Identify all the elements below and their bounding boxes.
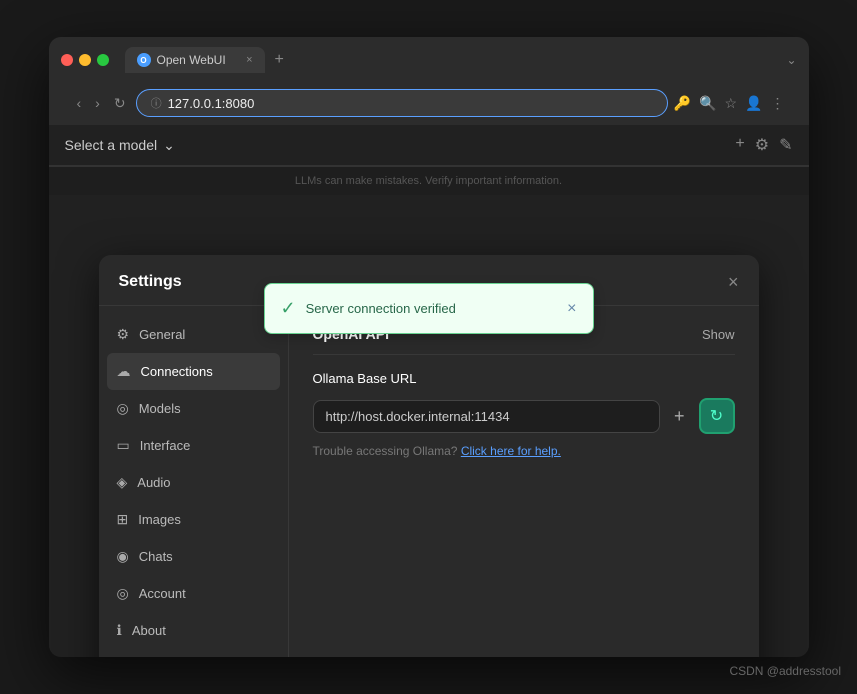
ollama-add-button[interactable]: + bbox=[668, 402, 691, 431]
settings-sidebar: ⚙ General ☁ Connections ◎ Models ▭ bbox=[99, 306, 289, 657]
header-actions: + ⚙ ✎ bbox=[735, 135, 792, 155]
browser-toolbar: ‹ › ↻ ⓘ 127.0.0.1:8080 🔑 🔍 ☆ 👤 ⋮ bbox=[61, 81, 797, 125]
sidebar-item-general[interactable]: ⚙ General bbox=[99, 316, 288, 353]
account-icon: ◎ bbox=[117, 585, 129, 602]
header-settings-icon[interactable]: ⚙ bbox=[755, 135, 769, 155]
settings-main-content: OpenAI API Show Ollama Base URL + ↻ bbox=[289, 306, 759, 657]
bookmark-icon[interactable]: ☆ bbox=[725, 95, 738, 112]
sidebar-item-chats[interactable]: ◉ Chats bbox=[99, 538, 288, 575]
sidebar-item-about[interactable]: ℹ About bbox=[99, 612, 288, 649]
chats-icon: ◉ bbox=[117, 548, 129, 565]
success-notification: ✓ Server connection verified × bbox=[264, 283, 594, 334]
ollama-refresh-button[interactable]: ↻ bbox=[699, 398, 735, 434]
address-bar[interactable]: ⓘ 127.0.0.1:8080 bbox=[136, 89, 668, 117]
ollama-url-row: + ↻ bbox=[313, 398, 735, 434]
browser-tab-active[interactable]: O Open WebUI × bbox=[125, 47, 265, 73]
watermark-text: CSDN @addresstool bbox=[729, 664, 841, 678]
refresh-icon: ↻ bbox=[710, 406, 723, 426]
sidebar-label-connections: Connections bbox=[141, 364, 213, 379]
sidebar-label-audio: Audio bbox=[137, 475, 170, 490]
browser-titlebar: O Open WebUI × + ⌄ bbox=[61, 47, 797, 73]
header-edit-icon[interactable]: ✎ bbox=[779, 135, 792, 155]
nav-back-button[interactable]: ‹ bbox=[73, 93, 86, 113]
header-add-icon[interactable]: + bbox=[735, 135, 744, 155]
tab-bar: O Open WebUI × + bbox=[125, 47, 779, 73]
about-icon: ℹ bbox=[117, 622, 122, 639]
app-content: Select a model ⌄ + ⚙ ✎ Settings × bbox=[49, 125, 809, 657]
traffic-light-yellow[interactable] bbox=[79, 54, 91, 66]
browser-chrome: O Open WebUI × + ⌄ ‹ › ↻ ⓘ 127.0.0.1:808… bbox=[49, 37, 809, 125]
profile-icon[interactable]: 👤 bbox=[745, 95, 762, 112]
model-select-label: Select a model bbox=[65, 137, 158, 153]
watermark: CSDN @addresstool bbox=[729, 664, 841, 678]
connections-icon: ☁ bbox=[117, 363, 131, 380]
sidebar-label-about: About bbox=[132, 623, 166, 638]
new-tab-button[interactable]: + bbox=[269, 51, 290, 69]
tab-favicon: O bbox=[137, 53, 151, 67]
zoom-icon[interactable]: 🔍 bbox=[699, 95, 716, 112]
sidebar-label-interface: Interface bbox=[140, 438, 191, 453]
help-link[interactable]: Click here for help. bbox=[461, 444, 561, 458]
address-security-icon: ⓘ bbox=[151, 95, 162, 111]
tab-close-button[interactable]: × bbox=[246, 54, 252, 66]
tab-label: Open WebUI bbox=[157, 53, 226, 67]
model-chevron-icon: ⌄ bbox=[163, 137, 175, 154]
sidebar-label-general: General bbox=[139, 327, 185, 342]
notification-close-button[interactable]: × bbox=[567, 300, 576, 318]
ollama-section: Ollama Base URL + ↻ Trouble accessing Ol… bbox=[313, 371, 735, 458]
tab-expand-icon[interactable]: ⌄ bbox=[786, 53, 796, 67]
address-text: 127.0.0.1:8080 bbox=[168, 96, 255, 111]
traffic-lights bbox=[61, 54, 109, 66]
sidebar-label-account: Account bbox=[139, 586, 186, 601]
settings-body: ⚙ General ☁ Connections ◎ Models ▭ bbox=[99, 306, 759, 657]
sidebar-item-interface[interactable]: ▭ Interface bbox=[99, 427, 288, 464]
images-icon: ⊞ bbox=[117, 511, 129, 528]
interface-icon: ▭ bbox=[117, 437, 130, 454]
traffic-light-green[interactable] bbox=[97, 54, 109, 66]
help-static-text: Trouble accessing Ollama? bbox=[313, 444, 458, 458]
success-check-icon: ✓ bbox=[281, 298, 296, 319]
models-icon: ◎ bbox=[117, 400, 129, 417]
menu-icon[interactable]: ⋮ bbox=[771, 95, 785, 112]
sidebar-item-images[interactable]: ⊞ Images bbox=[99, 501, 288, 538]
nav-forward-button[interactable]: › bbox=[91, 93, 104, 113]
bottom-bar: LLMs can make mistakes. Verify important… bbox=[49, 166, 809, 195]
sidebar-label-images: Images bbox=[138, 512, 181, 527]
nav-reload-button[interactable]: ↻ bbox=[110, 93, 130, 114]
openai-show-button[interactable]: Show bbox=[702, 327, 735, 342]
sidebar-item-account[interactable]: ◎ Account bbox=[99, 575, 288, 612]
success-message: Server connection verified bbox=[306, 301, 456, 316]
model-selector[interactable]: Select a model ⌄ bbox=[65, 137, 175, 154]
ollama-url-input[interactable] bbox=[313, 400, 660, 433]
browser-window: O Open WebUI × + ⌄ ‹ › ↻ ⓘ 127.0.0.1:808… bbox=[49, 37, 809, 657]
ollama-section-title: Ollama Base URL bbox=[313, 371, 735, 386]
sidebar-item-audio[interactable]: ◈ Audio bbox=[99, 464, 288, 501]
sidebar-label-chats: Chats bbox=[139, 549, 173, 564]
traffic-light-red[interactable] bbox=[61, 54, 73, 66]
app-header: Select a model ⌄ + ⚙ ✎ bbox=[49, 125, 809, 166]
general-icon: ⚙ bbox=[117, 326, 130, 343]
settings-title: Settings bbox=[119, 273, 182, 291]
settings-close-button[interactable]: × bbox=[728, 273, 739, 291]
sidebar-item-models[interactable]: ◎ Models bbox=[99, 390, 288, 427]
toolbar-right-actions: 🔑 🔍 ☆ 👤 ⋮ bbox=[674, 95, 785, 112]
audio-icon: ◈ bbox=[117, 474, 128, 491]
sidebar-label-models: Models bbox=[139, 401, 181, 416]
sidebar-item-connections[interactable]: ☁ Connections bbox=[107, 353, 280, 390]
key-icon[interactable]: 🔑 bbox=[674, 95, 691, 112]
ollama-help-text: Trouble accessing Ollama? Click here for… bbox=[313, 444, 735, 458]
disclaimer-text: LLMs can make mistakes. Verify important… bbox=[295, 175, 562, 187]
